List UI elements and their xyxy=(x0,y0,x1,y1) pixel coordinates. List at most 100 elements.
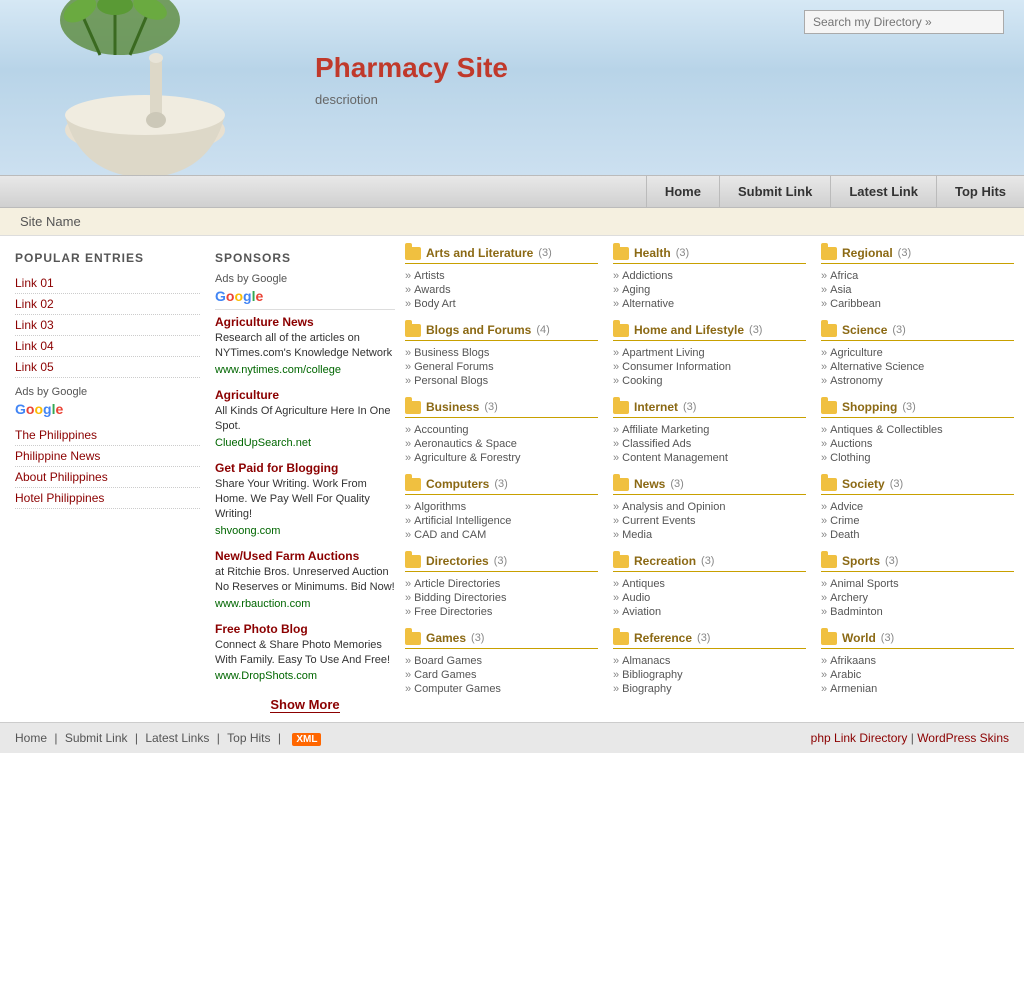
dir-home-title[interactable]: Home and Lifestyle xyxy=(634,323,744,337)
sponsors-column: SPONSORS Ads by Google Google Agricultur… xyxy=(210,246,395,712)
dir-internet-item-1: Affiliate Marketing xyxy=(613,423,806,437)
popular-link-2[interactable]: Link 02 xyxy=(15,294,200,315)
dir-reference-title[interactable]: Reference xyxy=(634,631,692,645)
search-input[interactable] xyxy=(804,10,1004,34)
dir-news-item-2: Current Events xyxy=(613,514,806,528)
dir-arts-count: (3) xyxy=(538,247,551,259)
dir-directories-item-3: Free Directories xyxy=(405,605,598,619)
dir-blogs-title[interactable]: Blogs and Forums xyxy=(426,323,531,337)
popular-link-3[interactable]: Link 03 xyxy=(15,315,200,336)
dir-internet-item-2: Classified Ads xyxy=(613,437,806,451)
dir-games: Games (3) Board Games Card Games Compute… xyxy=(405,631,598,696)
nav-top-hits[interactable]: Top Hits xyxy=(936,176,1024,207)
sponsor-2-title[interactable]: Agriculture xyxy=(215,388,395,402)
footer-top-hits[interactable]: Top Hits xyxy=(227,731,270,745)
sponsor-5-title[interactable]: Free Photo Blog xyxy=(215,622,395,636)
dir-business-count: (3) xyxy=(484,401,497,413)
sponsor-4: New/Used Farm Auctions at Ritchie Bros. … xyxy=(215,549,395,610)
dir-world-title[interactable]: World xyxy=(842,631,876,645)
sponsors-title: SPONSORS xyxy=(215,251,395,265)
footer-wordpress-skins[interactable]: WordPress Skins xyxy=(917,731,1009,745)
dir-arts-title[interactable]: Arts and Literature xyxy=(426,246,533,260)
dir-recreation-item-1: Antiques xyxy=(613,577,806,591)
directory-grid: Arts and Literature (3) Artists Awards B… xyxy=(405,246,1014,712)
dir-arts-item-2: Awards xyxy=(405,283,598,297)
dir-reference-item-1: Almanacs xyxy=(613,654,806,668)
dir-computers-count: (3) xyxy=(494,478,507,490)
geo-link-philippines[interactable]: The Philippines xyxy=(15,425,200,446)
dir-blogs: Blogs and Forums (4) Business Blogs Gene… xyxy=(405,323,598,388)
nav-latest-link[interactable]: Latest Link xyxy=(830,176,936,207)
folder-icon-home xyxy=(613,324,629,337)
sponsor-3-title[interactable]: Get Paid for Blogging xyxy=(215,461,395,475)
main-content: POPULAR ENTRIES Link 01 Link 02 Link 03 … xyxy=(0,236,1024,722)
dir-recreation: Recreation (3) Antiques Audio Aviation xyxy=(613,554,806,619)
nav-home[interactable]: Home xyxy=(646,176,719,207)
nav-submit-link[interactable]: Submit Link xyxy=(719,176,830,207)
dir-regional-title[interactable]: Regional xyxy=(842,246,893,260)
sponsor-1-title[interactable]: Agriculture News xyxy=(215,315,395,329)
dir-sports-title[interactable]: Sports xyxy=(842,554,880,568)
dir-health-title[interactable]: Health xyxy=(634,246,671,260)
sponsor-5-desc: Connect & Share Photo Memories With Fami… xyxy=(215,638,395,669)
sponsor-1-url: www.nytimes.com/college xyxy=(215,364,395,376)
dir-shopping-title[interactable]: Shopping xyxy=(842,400,897,414)
footer: Home | Submit Link | Latest Links | Top … xyxy=(0,722,1024,753)
dir-society-title[interactable]: Society xyxy=(842,477,885,491)
dir-computers-item-1: Algorithms xyxy=(405,500,598,514)
dir-directories-title[interactable]: Directories xyxy=(426,554,489,568)
dir-world-item-3: Armenian xyxy=(821,682,1014,696)
folder-icon-recreation xyxy=(613,555,629,568)
dir-news-item-3: Media xyxy=(613,528,806,542)
popular-link-4[interactable]: Link 04 xyxy=(15,336,200,357)
dir-recreation-title[interactable]: Recreation xyxy=(634,554,696,568)
dir-home-lifestyle: Home and Lifestyle (3) Apartment Living … xyxy=(613,323,806,388)
dir-reference-item-2: Bibliography xyxy=(613,668,806,682)
dir-science-title[interactable]: Science xyxy=(842,323,887,337)
popular-link-5[interactable]: Link 05 xyxy=(15,357,200,378)
dir-society-item-1: Advice xyxy=(821,500,1014,514)
search-box[interactable] xyxy=(804,10,1004,34)
dir-games-item-2: Card Games xyxy=(405,668,598,682)
dir-home-count: (3) xyxy=(749,324,762,336)
dir-games-title[interactable]: Games xyxy=(426,631,466,645)
footer-submit-link[interactable]: Submit Link xyxy=(65,731,128,745)
footer-php-link-directory[interactable]: php Link Directory xyxy=(811,731,908,745)
site-title: Pharmacy Site xyxy=(315,52,508,84)
mortar-pestle-illustration xyxy=(0,0,290,175)
dir-sports-item-1: Animal Sports xyxy=(821,577,1014,591)
sidebar: POPULAR ENTRIES Link 01 Link 02 Link 03 … xyxy=(15,246,200,712)
dir-regional-item-3: Caribbean xyxy=(821,297,1014,311)
dir-col-1: Arts and Literature (3) Artists Awards B… xyxy=(405,246,598,708)
dir-computers-item-3: CAD and CAM xyxy=(405,528,598,542)
dir-sports-count: (3) xyxy=(885,555,898,567)
dir-blogs-count: (4) xyxy=(536,324,549,336)
dir-internet-title[interactable]: Internet xyxy=(634,400,678,414)
dir-col-2: Health (3) Addictions Aging Alternative … xyxy=(613,246,806,708)
show-more-button[interactable]: Show More xyxy=(215,697,395,712)
sponsor-4-title[interactable]: New/Used Farm Auctions xyxy=(215,549,395,563)
show-more-link[interactable]: Show More xyxy=(270,697,339,713)
dir-world-item-1: Afrikaans xyxy=(821,654,1014,668)
dir-business-title[interactable]: Business xyxy=(426,400,479,414)
dir-computers-title[interactable]: Computers xyxy=(426,477,489,491)
footer-home[interactable]: Home xyxy=(15,731,47,745)
dir-news-title[interactable]: News xyxy=(634,477,665,491)
geo-link-philippine-news[interactable]: Philippine News xyxy=(15,446,200,467)
dir-regional: Regional (3) Africa Asia Caribbean xyxy=(821,246,1014,311)
dir-society: Society (3) Advice Crime Death xyxy=(821,477,1014,542)
sponsor-3: Get Paid for Blogging Share Your Writing… xyxy=(215,461,395,537)
xml-badge[interactable]: XML xyxy=(292,733,321,746)
folder-icon-arts xyxy=(405,247,421,260)
geo-link-hotel-philippines[interactable]: Hotel Philippines xyxy=(15,488,200,509)
sponsor-5: Free Photo Blog Connect & Share Photo Me… xyxy=(215,622,395,683)
sponsor-3-desc: Share Your Writing. Work From Home. We P… xyxy=(215,477,395,523)
popular-link-1[interactable]: Link 01 xyxy=(15,273,200,294)
sponsor-1: Agriculture News Research all of the art… xyxy=(215,315,395,376)
sponsors-google-logo: Google xyxy=(215,288,395,304)
sponsor-1-desc: Research all of the articles on NYTimes.… xyxy=(215,331,395,362)
footer-latest-links[interactable]: Latest Links xyxy=(145,731,209,745)
navbar: Home Submit Link Latest Link Top Hits xyxy=(0,175,1024,208)
folder-icon-science xyxy=(821,324,837,337)
geo-link-about-philippines[interactable]: About Philippines xyxy=(15,467,200,488)
